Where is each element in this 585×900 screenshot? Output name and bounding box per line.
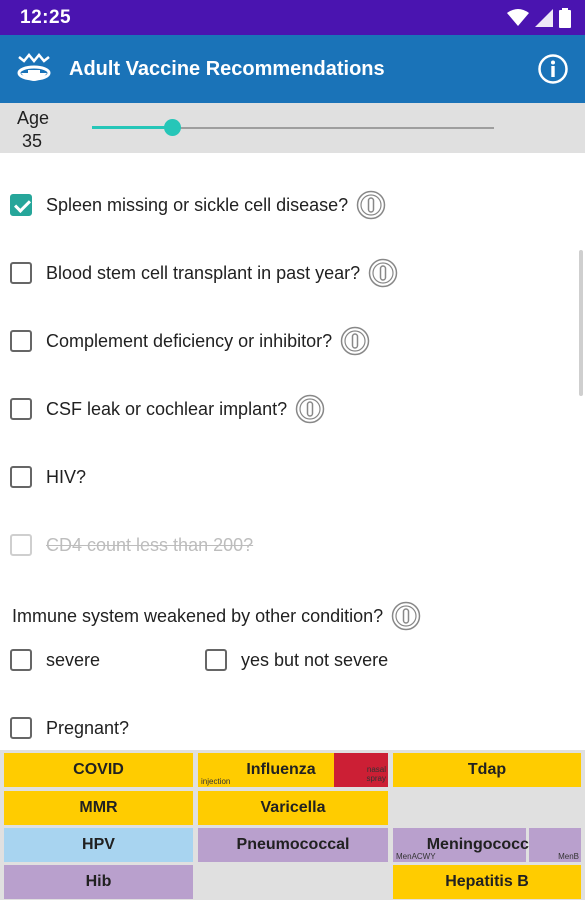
immune-question: Immune system weakened by other conditio… bbox=[12, 601, 421, 631]
stem-cell-checkbox[interactable] bbox=[10, 262, 32, 284]
vaccine-label: Influenza bbox=[246, 761, 316, 778]
vaccine-varicella[interactable]: Varicella bbox=[198, 791, 388, 825]
status-icons bbox=[507, 8, 571, 28]
vaccine-influenza[interactable]: Influenza injection bbox=[198, 753, 334, 787]
slider-thumb[interactable] bbox=[164, 119, 182, 136]
question-label: HIV? bbox=[46, 466, 87, 487]
question-complement[interactable]: Complement deficiency or inhibitor? bbox=[10, 326, 370, 356]
pregnant-checkbox[interactable] bbox=[10, 717, 32, 739]
vaccine-label: Meningococcal bbox=[426, 836, 543, 853]
influenza-nasal-label: nasal spray bbox=[366, 765, 386, 783]
vaccine-hpv[interactable]: HPV bbox=[4, 828, 193, 862]
info-icon[interactable] bbox=[295, 394, 325, 424]
age-slider[interactable] bbox=[92, 119, 494, 137]
question-pregnant[interactable]: Pregnant? bbox=[10, 713, 129, 743]
question-label: Blood stem cell transplant in past year? bbox=[46, 262, 361, 283]
vaccine-label: Varicella bbox=[260, 799, 326, 816]
info-icon[interactable] bbox=[537, 53, 569, 85]
severe-checkbox[interactable] bbox=[10, 649, 32, 671]
question-hiv[interactable]: HIV? bbox=[10, 462, 86, 492]
vaccine-grid: COVID Influenza injection nasal spray Td… bbox=[0, 750, 585, 900]
vaccine-label: Pneumococcal bbox=[236, 836, 350, 853]
menb-label: MenB bbox=[558, 852, 579, 861]
vaccine-influenza-nasal[interactable]: nasal spray bbox=[334, 753, 388, 787]
vaccine-mmr[interactable]: MMR bbox=[4, 791, 193, 825]
scrollbar[interactable] bbox=[579, 250, 583, 396]
csf-checkbox[interactable] bbox=[10, 398, 32, 420]
age-value: 35 bbox=[22, 131, 43, 151]
vaccine-label: Tdap bbox=[467, 761, 507, 778]
question-label: Complement deficiency or inhibitor? bbox=[46, 330, 333, 351]
vaccine-tdap[interactable]: Tdap bbox=[393, 753, 581, 787]
question-label: Spleen missing or sickle cell disease? bbox=[46, 194, 349, 215]
vaccine-label: COVID bbox=[73, 761, 124, 778]
status-bar: 12:25 bbox=[0, 0, 585, 35]
complement-checkbox[interactable] bbox=[10, 330, 32, 352]
vaccine-covid[interactable]: COVID bbox=[4, 753, 193, 787]
immune-question-label: Immune system weakened by other conditio… bbox=[12, 605, 384, 626]
question-csf[interactable]: CSF leak or cochlear implant? bbox=[10, 394, 325, 424]
vaccine-pneumococcal[interactable]: Pneumococcal bbox=[198, 828, 388, 862]
slider-fill bbox=[92, 126, 173, 129]
vaccine-menb[interactable]: MenB bbox=[529, 828, 581, 862]
menacwy-label: MenACWY bbox=[396, 852, 436, 861]
info-icon[interactable] bbox=[356, 190, 386, 220]
page-title: Adult Vaccine Recommendations bbox=[69, 58, 385, 80]
immune-severe-option[interactable]: severe bbox=[10, 645, 100, 675]
logo-icon bbox=[17, 53, 51, 81]
question-label: CSF leak or cochlear implant? bbox=[46, 398, 288, 419]
vaccine-hepatitis-b[interactable]: Hepatitis B bbox=[393, 865, 581, 899]
influenza-injection-label: injection bbox=[201, 777, 231, 786]
question-spleen[interactable]: Spleen missing or sickle cell disease? bbox=[10, 190, 386, 220]
question-label: CD4 count less than 200? bbox=[46, 534, 254, 555]
question-cd4: CD4 count less than 200? bbox=[10, 530, 253, 560]
signal-icon bbox=[535, 9, 553, 27]
status-time: 12:25 bbox=[20, 7, 72, 28]
hiv-checkbox[interactable] bbox=[10, 466, 32, 488]
vaccine-label: MMR bbox=[79, 799, 118, 816]
app-bar: Adult Vaccine Recommendations bbox=[0, 35, 585, 103]
severe-label: severe bbox=[46, 649, 101, 670]
info-icon[interactable] bbox=[368, 258, 398, 288]
vaccine-label: Hepatitis B bbox=[445, 873, 529, 890]
vaccine-label: HPV bbox=[82, 836, 115, 853]
wifi-icon bbox=[507, 9, 529, 26]
not-severe-label: yes but not severe bbox=[241, 649, 389, 670]
question-label: Pregnant? bbox=[46, 717, 130, 738]
info-icon[interactable] bbox=[391, 601, 421, 631]
battery-icon bbox=[559, 8, 571, 28]
info-icon[interactable] bbox=[340, 326, 370, 356]
vaccine-hib[interactable]: Hib bbox=[4, 865, 193, 899]
not-severe-checkbox[interactable] bbox=[205, 649, 227, 671]
question-stem-cell[interactable]: Blood stem cell transplant in past year? bbox=[10, 258, 398, 288]
spleen-checkbox[interactable] bbox=[10, 194, 32, 216]
vaccine-label: Hib bbox=[85, 873, 112, 890]
cd4-checkbox bbox=[10, 534, 32, 556]
vaccine-meningococcal[interactable]: Meningococcal MenACWY bbox=[393, 828, 542, 862]
immune-not-severe-option[interactable]: yes but not severe bbox=[205, 645, 388, 675]
age-label: Age bbox=[17, 108, 50, 128]
